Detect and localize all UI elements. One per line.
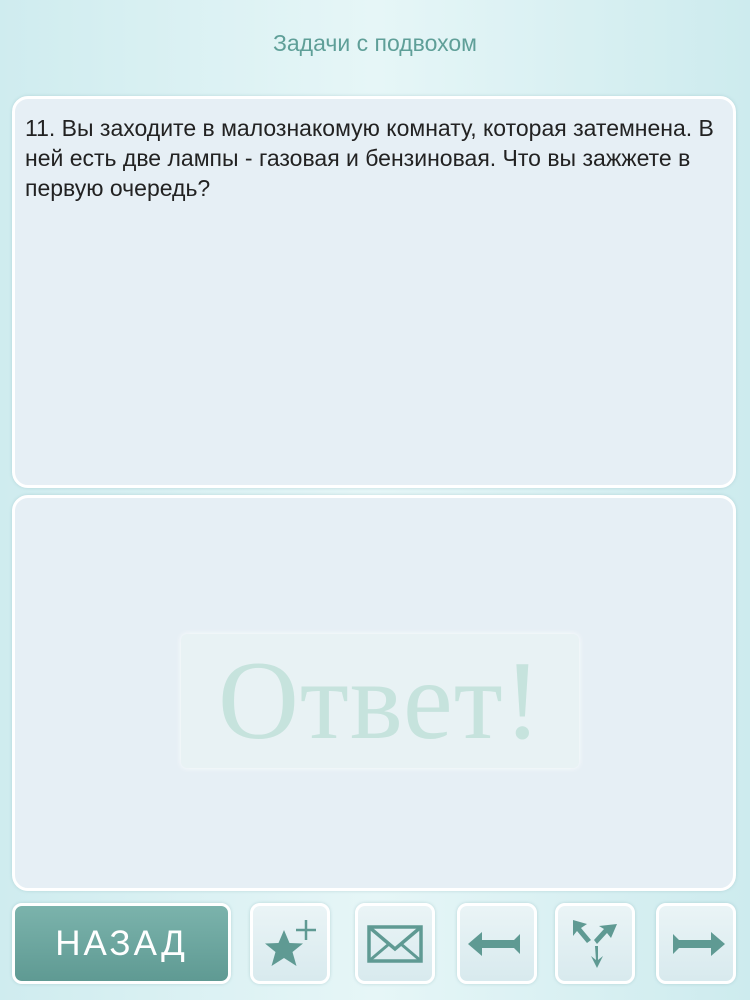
- show-answer-label: Ответ!: [217, 639, 542, 763]
- random-button[interactable]: [555, 903, 635, 984]
- envelope-icon: [365, 922, 425, 966]
- page-title: Задачи с подвохом: [272, 30, 477, 56]
- arrow-right-icon: [665, 929, 727, 959]
- next-button[interactable]: [656, 903, 736, 984]
- question-text: 11. Вы заходите в малознакомую комнату, …: [25, 115, 714, 201]
- arrow-left-icon: [466, 929, 528, 959]
- back-button-label: НАЗАД: [55, 923, 188, 963]
- mail-button[interactable]: [355, 903, 435, 984]
- question-panel: 11. Вы заходите в малознакомую комнату, …: [12, 96, 736, 488]
- answer-panel: Ответ!: [12, 495, 736, 891]
- show-answer-button[interactable]: Ответ!: [181, 634, 579, 768]
- add-favorite-button[interactable]: [250, 903, 330, 984]
- star-plus-icon: [258, 914, 322, 974]
- previous-button[interactable]: [457, 903, 537, 984]
- shuffle-icon: [565, 916, 625, 972]
- back-button[interactable]: НАЗАД: [12, 903, 231, 984]
